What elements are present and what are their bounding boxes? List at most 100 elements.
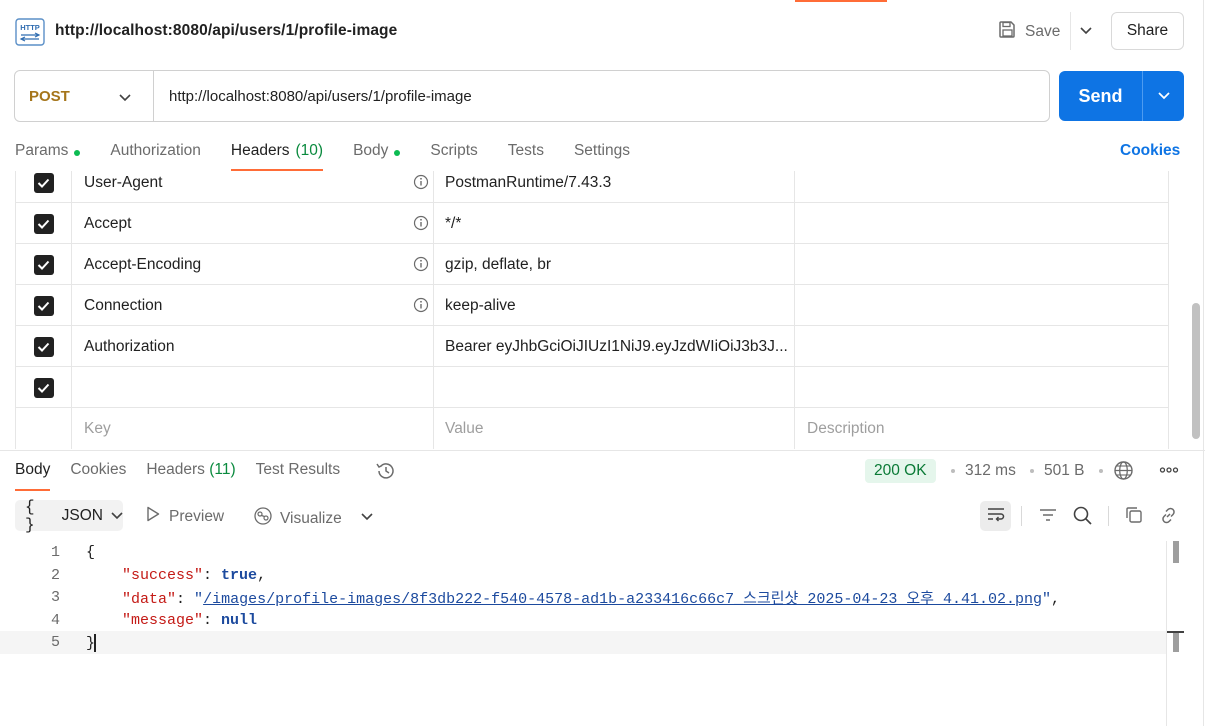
header-enabled-checkbox[interactable]	[33, 295, 54, 316]
header-enabled-checkbox[interactable]	[33, 254, 54, 275]
header-key[interactable]: Authorization	[72, 326, 434, 367]
header-key[interactable]: Accept	[72, 203, 434, 244]
preview-label: Preview	[169, 507, 225, 525]
visualize-options-chevron-down-icon[interactable]	[361, 508, 373, 525]
tab-body[interactable]: Body	[353, 140, 401, 172]
tab-label: Scripts	[430, 142, 478, 159]
header-description[interactable]	[795, 171, 1168, 203]
header-enabled-checkbox[interactable]	[33, 213, 54, 234]
wrap-lines-button[interactable]	[980, 501, 1011, 531]
response-body-editor[interactable]: 1 { 2 "success": true, 3 "data": "/image…	[0, 541, 1170, 726]
header-value-text: PostmanRuntime/7.43.3	[445, 173, 612, 191]
tab-headers[interactable]: Headers (10)	[230, 140, 324, 172]
json-key: "message"	[122, 612, 204, 629]
info-icon[interactable]	[413, 215, 429, 236]
json-value: true	[221, 567, 258, 584]
header-value[interactable]: */*	[434, 203, 795, 244]
header-key[interactable]: Connection	[72, 285, 434, 326]
row-check-cell	[16, 408, 72, 449]
header-description[interactable]	[795, 203, 1168, 244]
table-row: Accept-Encoding gzip, deflate, br	[16, 244, 1168, 285]
tab-response-headers[interactable]: Headers (11)	[146, 461, 235, 491]
headers-scrollbar[interactable]	[1192, 303, 1200, 439]
response-size[interactable]: 501 B	[1044, 462, 1085, 480]
tab-label: Cookies	[70, 461, 127, 478]
tab-authorization[interactable]: Authorization	[110, 140, 200, 172]
table-row: Connection keep-alive	[16, 285, 1168, 326]
new-description-input[interactable]: Description	[795, 408, 1168, 449]
header-description[interactable]	[795, 367, 1168, 408]
request-title[interactable]: http://localhost:8080/api/users/1/profil…	[55, 22, 397, 40]
save-label: Save	[1025, 23, 1061, 40]
header-description[interactable]	[795, 244, 1168, 285]
tab-label: Body	[15, 461, 51, 478]
filter-icon[interactable]	[1038, 505, 1058, 529]
tab-tests[interactable]: Tests	[508, 140, 544, 172]
table-row-new: Key Value Description	[16, 408, 1168, 449]
method-select[interactable]: POST	[15, 71, 154, 121]
info-icon[interactable]	[413, 174, 429, 195]
header-key[interactable]: User-Agent	[72, 171, 434, 203]
header-key[interactable]	[72, 367, 434, 408]
tab-scripts[interactable]: Scripts	[430, 140, 477, 172]
header-key[interactable]: Accept-Encoding	[72, 244, 434, 285]
link-icon[interactable]	[1158, 505, 1179, 530]
header-value-text: Bearer eyJhbGciOiJIUzI1NiJ9.eyJzdWIiOiJ3…	[445, 337, 788, 355]
line-number: 4	[50, 612, 60, 629]
send-options-chevron-down-icon[interactable]	[1143, 92, 1184, 100]
search-icon[interactable]	[1072, 505, 1093, 530]
code-line: 1 {	[0, 541, 1167, 564]
url-input[interactable]	[154, 71, 1049, 121]
save-button[interactable]: Save	[998, 18, 1060, 46]
header-enabled-checkbox[interactable]	[33, 336, 54, 357]
header-value[interactable]	[434, 367, 795, 408]
response-time[interactable]: 312 ms	[965, 462, 1016, 480]
send-button[interactable]: Send	[1059, 71, 1184, 121]
row-check-cell	[16, 326, 72, 367]
new-key-input[interactable]: Key	[72, 408, 434, 449]
code-line-current: 5 }	[0, 631, 1167, 654]
copy-icon[interactable]	[1124, 505, 1144, 529]
cookies-link[interactable]: Cookies	[1120, 142, 1180, 160]
pane-divider[interactable]	[0, 450, 1205, 451]
header-key-text: Accept	[84, 214, 132, 232]
header-value[interactable]: gzip, deflate, br	[434, 244, 795, 285]
editor-scrollbar-thumb[interactable]	[1173, 541, 1179, 563]
tab-test-results[interactable]: Test Results	[256, 461, 340, 491]
json-key: "data"	[122, 591, 177, 608]
visualize-button[interactable]: Visualize	[253, 506, 342, 531]
save-options-chevron-down-icon[interactable]	[1077, 20, 1095, 42]
json-link-value[interactable]: /images/profile-images/8f3db222-f540-457…	[203, 591, 1042, 608]
code-line: 4 "message": null	[0, 609, 1167, 632]
chevron-down-icon	[111, 507, 123, 525]
tab-response-cookies[interactable]: Cookies	[70, 461, 126, 491]
format-label: JSON	[61, 506, 103, 524]
globe-icon[interactable]	[1113, 460, 1134, 485]
header-enabled-checkbox[interactable]	[33, 377, 54, 398]
header-enabled-checkbox[interactable]	[33, 172, 54, 193]
info-icon[interactable]	[413, 256, 429, 277]
tab-response-body[interactable]: Body	[15, 461, 51, 491]
preview-button[interactable]: Preview	[146, 506, 224, 527]
title-bar: HTTP http://localhost:8080/api/users/1/p…	[0, 0, 1205, 64]
status-badge[interactable]: 200 OK	[865, 459, 936, 483]
line-number: 2	[50, 567, 60, 584]
history-icon[interactable]	[375, 461, 396, 485]
line-number: 1	[50, 544, 60, 561]
more-options-icon[interactable]	[1159, 462, 1179, 482]
table-row: User-Agent PostmanRuntime/7.43.3	[16, 171, 1168, 203]
tab-params[interactable]: Params	[15, 140, 81, 172]
header-value-text: */*	[445, 214, 462, 232]
request-tabs: Params Authorization Headers (10) Body S…	[15, 140, 660, 172]
new-value-input[interactable]: Value	[434, 408, 795, 449]
tab-settings[interactable]: Settings	[574, 140, 630, 172]
info-icon[interactable]	[413, 297, 429, 318]
header-description[interactable]	[795, 326, 1168, 367]
header-value[interactable]: PostmanRuntime/7.43.3	[434, 171, 795, 203]
header-description[interactable]	[795, 285, 1168, 326]
format-select[interactable]: { } JSON	[15, 498, 123, 534]
header-value[interactable]: keep-alive	[434, 285, 795, 326]
header-value-text: keep-alive	[445, 296, 516, 314]
share-button[interactable]: Share	[1111, 12, 1184, 50]
header-value[interactable]: Bearer eyJhbGciOiJIUzI1NiJ9.eyJzdWIiOiJ3…	[434, 326, 795, 367]
